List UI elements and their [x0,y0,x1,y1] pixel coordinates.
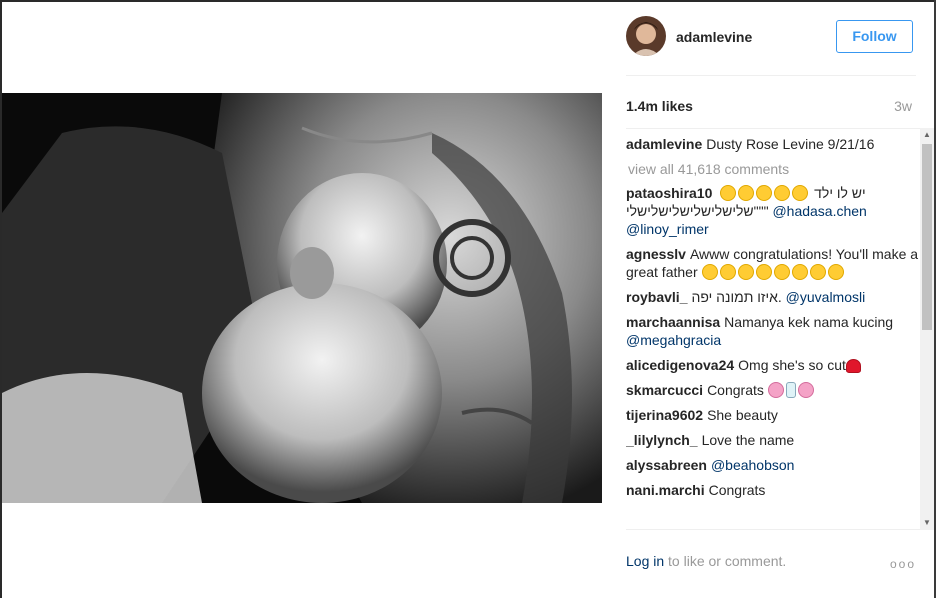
wink-kiss-emoji-icon [773,264,790,280]
list-item: skmarcucci Congrats [626,381,921,399]
list-item: agnesslv Awww congratulations! You'll mak… [626,245,921,281]
more-options-icon[interactable]: ooo [890,557,916,571]
wink-kiss-emoji-icon [737,264,754,280]
comment-text: איזו תמונה יפה. [691,289,782,305]
scroll-up-arrow-icon[interactable]: ▲ [920,128,934,142]
red-heart-emoji-icon [845,359,861,373]
comment-text: Omg she's so cut [738,357,846,373]
list-item: alicedigenova24 Omg she's so cut [626,356,921,374]
comment-username[interactable]: skmarcucci [626,382,703,398]
heart-eyes-emoji-icon [809,264,826,280]
list-item: alyssabreen @beahobson [626,456,921,474]
comment-username[interactable]: tijerina9602 [626,407,703,423]
scrollbar-thumb[interactable] [922,144,932,330]
comment-username[interactable]: pataoshira10 [626,185,712,201]
heart-eyes-emoji-icon [774,185,791,201]
caption: adamlevine Dusty Rose Levine 9/21/16 [626,135,921,153]
list-item: roybavli_ איזו תמונה יפה. @yuvalmosli [626,288,921,306]
heart-eyes-emoji-icon [738,185,755,201]
comment-username[interactable]: nani.marchi [626,482,705,498]
avatar[interactable] [626,16,666,56]
heart-eyes-emoji-icon [792,185,809,201]
cherry-blossom-emoji-icon [767,382,784,398]
cherry-blossom-emoji-icon [797,382,814,398]
wink-kiss-emoji-icon [827,264,844,280]
comment-username[interactable]: agnesslv [626,246,686,262]
list-item: _lilylynch_ Love the name [626,431,921,449]
comment-username[interactable]: alyssabreen [626,457,707,473]
list-item: nani.marchi Congrats [626,481,921,499]
heart-eyes-emoji-icon [791,264,808,280]
comment-mention[interactable]: @hadasa.chen [772,203,866,219]
comment-text: Love the name [701,432,795,448]
list-item: marchaannisa Namanya kek nama kucing @meg… [626,313,921,349]
follow-button[interactable]: Follow [836,20,913,53]
wink-kiss-emoji-icon [701,264,718,280]
caption-text: Dusty Rose Levine 9/21/16 [706,136,875,152]
heart-eyes-emoji-icon [719,264,736,280]
baby-on-chest-image [2,93,602,503]
post-age[interactable]: 3w [894,98,912,114]
comment-mention[interactable]: @beahobson [711,457,795,473]
comments-scrollbar[interactable]: ▲ ▼ [920,128,934,530]
list-item: pataoshira10 יש לו ילד שלישלישלישלישלישל… [626,184,921,238]
post-header: adamlevine Follow [626,14,916,76]
comment-mention[interactable]: @megahgracia [626,332,721,348]
list-item: tijerina9602 She beauty [626,406,921,424]
view-all-comments-link[interactable]: view all 41,618 comments [628,160,921,178]
like-or-comment-text: to like or comment. [668,553,787,569]
comment-text: Congrats [707,382,764,398]
heart-eyes-emoji-icon [755,264,772,280]
scroll-down-arrow-icon[interactable]: ▼ [920,516,934,530]
comment-mention[interactable]: @linoy_rimer [626,221,709,237]
login-link[interactable]: Log in [626,553,664,569]
likes-count[interactable]: 1.4m likes [626,98,693,114]
comment-text: Congrats [708,482,766,498]
comment-text: She beauty [707,407,778,423]
comment-text: יש לו ילד [814,185,866,201]
comment-username[interactable]: alicedigenova24 [626,357,734,373]
baby-bottle-emoji-icon [785,382,796,398]
comment-text: Namanya kek nama kucing [724,314,894,330]
avatar-image [626,16,666,56]
post-footer: Log in to like or comment. ooo [626,553,916,571]
comment-text-continued: שלישלישלישלישלישלי""" [626,203,769,219]
heart-eyes-emoji-icon [720,185,737,201]
comment-mention[interactable]: @yuvalmosli [786,289,866,305]
header-username[interactable]: adamlevine [676,29,752,45]
comment-username[interactable]: roybavli_ [626,289,687,305]
caption-username[interactable]: adamlevine [626,136,702,152]
comment-username[interactable]: marchaannisa [626,314,720,330]
post-photo[interactable] [2,93,602,503]
comment-username[interactable]: _lilylynch_ [626,432,698,448]
heart-eyes-emoji-icon [756,185,773,201]
post-sidebar: adamlevine Follow 1.4m likes 3w adamlevi… [602,0,934,598]
comments-section[interactable]: adamlevine Dusty Rose Levine 9/21/16 view… [626,128,921,530]
